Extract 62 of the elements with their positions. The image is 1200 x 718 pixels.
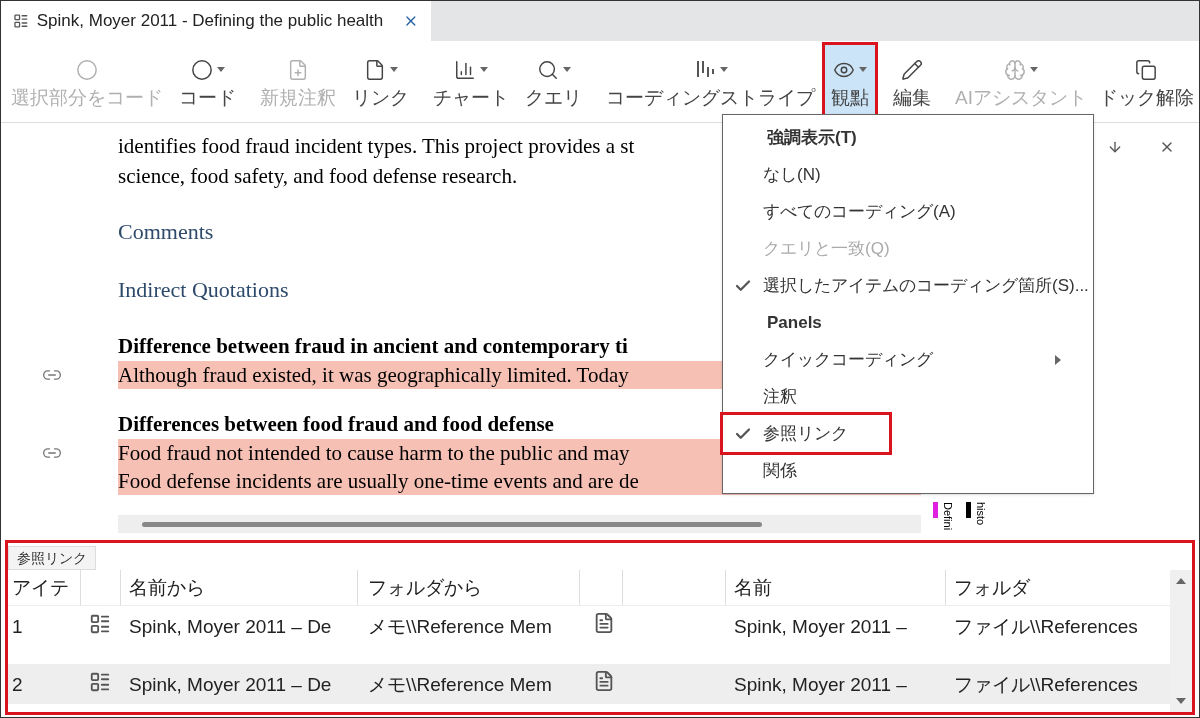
menu-header: 強調表示(T): [766, 126, 858, 149]
menu-item[interactable]: なし(N): [723, 156, 1093, 193]
stripe-label: Defini: [942, 502, 954, 531]
table-cell-text: 2: [12, 673, 23, 697]
table-row[interactable]: 1 Spink, Moyer 2011 – De メモ\\Reference Mem Spink, Moyer 2011 – ファイル\\References: [8, 606, 1170, 664]
table-cell-text: メモ\\Reference Mem: [368, 615, 552, 639]
toolbar-button[interactable]: リンク: [346, 44, 415, 119]
column-header[interactable]: フォルダ: [954, 574, 1030, 603]
menu-item[interactable]: すべてのコーディング(A): [723, 193, 1093, 230]
column-header[interactable]: フォルダから: [368, 574, 482, 603]
column-header[interactable]: 名前: [734, 574, 772, 603]
caret-icon: [719, 67, 728, 72]
toolbar-button[interactable]: コーディングストライプ: [600, 44, 821, 119]
brain-icon: [1003, 58, 1026, 81]
toolbar-button[interactable]: コード: [173, 44, 242, 119]
caret-icon: [216, 67, 225, 72]
stripe-label: histo: [975, 502, 987, 526]
menu-header: Panels: [766, 311, 823, 334]
body-text: science, food safety, and food defense research.: [118, 163, 518, 190]
caret-icon: [1029, 67, 1038, 72]
horizontal-scrollbar[interactable]: [118, 515, 921, 533]
caret-icon: [562, 67, 571, 72]
table-icon: [13, 11, 29, 31]
vertical-scrollbar[interactable]: [1170, 570, 1192, 712]
menu-item[interactable]: 選択したアイテムのコーディング箇所(S)...: [723, 267, 1093, 304]
caret-icon: [389, 67, 398, 72]
table-cell-text: Spink, Moyer 2011 – De: [129, 673, 332, 697]
table-cell-text: Spink, Moyer 2011 –: [734, 615, 907, 639]
undock-icon: [1135, 58, 1158, 81]
pencil-icon: [901, 58, 923, 81]
section-heading: Comments: [118, 218, 214, 246]
scroll-down-icon[interactable]: [1176, 698, 1186, 704]
table-cell-text: メモ\\Reference Mem: [368, 673, 552, 697]
search-icon: [536, 58, 559, 81]
circle-icon: [190, 58, 213, 81]
toolbar-button[interactable]: 編集: [887, 44, 937, 119]
table-cell-text: Spink, Moyer 2011 – De: [129, 615, 332, 639]
table-cell-text: ファイル\\References: [954, 615, 1138, 639]
scroll-up-icon[interactable]: [1176, 578, 1186, 584]
table-row[interactable]: 2 Spink, Moyer 2011 – De メモ\\Reference Mem Spink, Moyer 2011 – ファイル\\References: [8, 664, 1170, 704]
caret-icon: [859, 67, 867, 72]
submenu-arrow-icon: [1055, 354, 1061, 365]
quote-title: Difference between fraud in ancient and contemporary ti: [118, 333, 628, 360]
column-header[interactable]: アイテ: [12, 574, 69, 603]
body-text: identifies food fraud incident types. This project provides a st: [118, 133, 635, 160]
toolbar-button[interactable]: ドック解除: [1092, 44, 1199, 119]
toolbar-button[interactable]: チャート: [427, 44, 515, 119]
document-tab[interactable]: Spink, Moyer 2011 - Defining the public health: [1, 1, 431, 41]
column-header[interactable]: 名前から: [129, 574, 205, 603]
panel-tab[interactable]: 参照リンク: [8, 546, 96, 570]
memo-icon: [89, 613, 111, 635]
caret-icon: [480, 67, 488, 72]
section-heading: Indirect Quotations: [118, 276, 289, 304]
memo-icon: [89, 671, 111, 693]
new-document-icon: [287, 58, 309, 81]
bar-chart-icon: [454, 58, 476, 81]
toolbar-button[interactable]: クエリ: [519, 44, 588, 119]
table-cell-text: ファイル\\References: [954, 673, 1138, 697]
quote-title: Differences between food fraud and food defense: [118, 411, 554, 438]
table-cell-text: 1: [12, 615, 23, 639]
table-cell-text: Spink, Moyer 2011 –: [734, 673, 907, 697]
circle-icon: [76, 58, 98, 81]
